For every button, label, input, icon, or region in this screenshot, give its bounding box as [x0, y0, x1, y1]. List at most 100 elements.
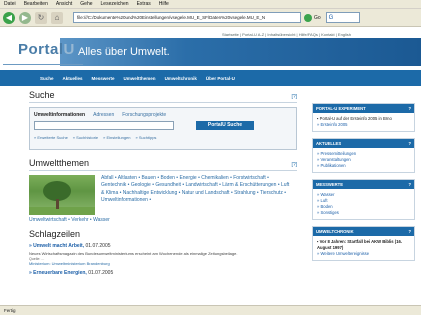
themes-list-tail[interactable]: Umweltwirtschaft • Verkehr • Wasser: [29, 217, 297, 223]
forward-icon[interactable]: ▶: [19, 11, 31, 24]
sidebar-item[interactable]: » Publikationen: [317, 163, 410, 169]
search-tips-link[interactable]: » Suchtipps: [136, 135, 157, 140]
settings-link[interactable]: » Einstellungen: [103, 135, 130, 140]
advanced-search-link[interactable]: » Erweiterte Suche: [34, 135, 68, 140]
logo-suffix: U: [63, 41, 75, 58]
home-icon[interactable]: ⌂: [51, 11, 63, 24]
search-row: PortalU Suche: [34, 121, 292, 130]
news-item-title[interactable]: » Umwelt macht Arbeit, 01.07.2005: [29, 243, 297, 249]
search-section-header: Suche [?]: [29, 90, 297, 103]
nav-about[interactable]: Über Portal-U: [206, 76, 235, 81]
search-input[interactable]: [34, 121, 174, 130]
news-section: Schlagzeilen » Umwelt macht Arbeit, 01.0…: [29, 229, 297, 276]
news-item: » Umwelt macht Arbeit, 01.07.2005 Neues …: [29, 243, 297, 266]
search-button[interactable]: PortalU Suche: [196, 121, 254, 130]
tab-research[interactable]: Forschungsprojekte: [122, 112, 166, 118]
search-panel: Umweltinformationen Adressen Forschungsp…: [29, 107, 297, 150]
sidebar-box-body: ▪ Portal-U auf der Ersteinfo 2005 in Brn…: [313, 113, 414, 131]
sidebar-item[interactable]: ▪ Vor 8 Jahren: Startfall bei AKW Biblis…: [317, 239, 410, 251]
image-ground: [29, 207, 95, 215]
search-options: » Erweiterte Suche » Suchhistorie » Eins…: [34, 135, 292, 140]
nav-chronicle[interactable]: Umweltchronik: [165, 76, 197, 81]
sidebar-box-chronicle: UMWELTCHRONIK? ▪ Vor 8 Jahren: Startfall…: [312, 226, 415, 261]
themes-section: Umweltthemen [?] Abfall • Altlasten • Ba…: [29, 158, 297, 223]
sidebar-box-title: UMWELTCHRONIK: [316, 229, 354, 234]
menu-edit[interactable]: Bearbeiten: [24, 1, 48, 7]
sidebar-box-body: » Pressemitteilungen » Veranstaltungen »…: [313, 148, 414, 172]
image-tree-crown: [43, 181, 71, 201]
news-headline[interactable]: » Erneuerbare Energien: [29, 270, 85, 276]
sidebar-box-header: UMWELTCHRONIK?: [313, 227, 414, 236]
nav-topics[interactable]: Umweltthemen: [124, 76, 156, 81]
sidebar-box-header: MESSWERTE?: [313, 180, 414, 189]
nav-search[interactable]: Suche: [40, 76, 54, 81]
sidebar-box-measurements: MESSWERTE? » Wasser » Luft » Boden » Son…: [312, 179, 415, 220]
go-label: Go: [314, 14, 321, 21]
main-content: Suche [?] Umweltinformationen Adressen F…: [29, 90, 297, 276]
landscape-image: [29, 175, 95, 215]
back-icon[interactable]: ◀: [3, 11, 15, 24]
search-help-link[interactable]: [?]: [291, 94, 297, 100]
search-title: Suche: [29, 90, 55, 100]
help-icon[interactable]: ?: [408, 139, 411, 148]
sidebar-box-body: » Wasser » Luft » Boden » Sonstiges: [313, 189, 414, 219]
menu-bookmarks[interactable]: Lesezeichen: [101, 1, 129, 7]
tab-addresses[interactable]: Adressen: [93, 112, 114, 118]
sidebar-box-news: AKTUELLES? » Pressemitteilungen » Verans…: [312, 138, 415, 173]
browser-search-box[interactable]: G: [325, 12, 360, 23]
news-headline[interactable]: » Umwelt macht Arbeit: [29, 243, 83, 249]
sidebar-box-title: AKTUELLES: [316, 141, 342, 146]
menu-tools[interactable]: Extras: [137, 1, 151, 7]
banner-slogan: Alles über Umwelt.: [78, 46, 170, 58]
status-bar: Fertig: [0, 305, 421, 315]
news-item: » Erneuerbare Energien, 01.07.2005: [29, 270, 297, 276]
browser-menubar: Datei Bearbeiten Ansicht Gehe Lesezeiche…: [0, 0, 421, 9]
menu-file[interactable]: Datei: [4, 1, 16, 7]
logo-main: Portal: [18, 41, 64, 58]
nav-news[interactable]: Aktuelles: [63, 76, 83, 81]
address-bar[interactable]: file:///C:/Dokumente%20und%20Einstellung…: [73, 12, 301, 23]
news-title: Schlagzeilen: [29, 229, 81, 239]
sidebar-item[interactable]: » Ersteinfo 2005: [317, 122, 410, 128]
portalu-logo[interactable]: PortalU: [18, 41, 75, 58]
themes-title: Umweltthemen: [29, 158, 90, 168]
themes-section-header: Umweltthemen [?]: [29, 158, 297, 171]
tab-environment-info[interactable]: Umweltinformationen: [34, 112, 85, 118]
sidebar-item[interactable]: » Weitere Umweltereignisse: [317, 251, 410, 257]
news-date: 01.07.2005: [85, 243, 111, 249]
sidebar-box-body: ▪ Vor 8 Jahren: Startfall bei AKW Biblis…: [313, 236, 414, 260]
sidebar-box-title: MESSWERTE: [316, 182, 343, 187]
sidebar-box-header: PORTAL-U EXPERIMENT?: [313, 104, 414, 113]
themes-list[interactable]: Abfall • Altlasten • Bauen • Boden • Ene…: [101, 175, 293, 215]
main-navigation: Suche Aktuelles Messwerte Umweltthemen U…: [0, 70, 421, 86]
browser-toolbar: ◀ ▶ ↻ ⌂ file:///C:/Dokumente%20und%20Ein…: [0, 9, 421, 27]
search-history-link[interactable]: » Suchhistorie: [73, 135, 98, 140]
menu-view[interactable]: Ansicht: [56, 1, 72, 7]
sidebar-box-experiment: PORTAL-U EXPERIMENT? ▪ Portal-U auf der …: [312, 103, 415, 132]
header-banner: Alles über Umwelt.: [60, 38, 421, 66]
search-engine-icon: G: [328, 14, 334, 21]
sidebar-box-header: AKTUELLES?: [313, 139, 414, 148]
go-icon: [304, 13, 312, 22]
news-date: 01.07.2005: [88, 269, 114, 276]
themes-body: Abfall • Altlasten • Bauen • Boden • Ene…: [29, 175, 297, 215]
sidebar-box-title: PORTAL-U EXPERIMENT: [316, 106, 366, 111]
top-links[interactable]: Startseite | Portal-U A-Z | Inhaltsübers…: [222, 32, 351, 37]
search-tabs: Umweltinformationen Adressen Forschungsp…: [34, 112, 292, 118]
go-button[interactable]: Go: [304, 13, 321, 22]
news-source[interactable]: Ministerium: Umweltministerium Brandenbu…: [29, 261, 297, 266]
news-item-title[interactable]: » Erneuerbare Energien, 01.07.2005: [29, 270, 297, 276]
nav-measurements[interactable]: Messwerte: [92, 76, 115, 81]
right-sidebar: PORTAL-U EXPERIMENT? ▪ Portal-U auf der …: [312, 103, 415, 267]
help-icon[interactable]: ?: [408, 180, 411, 189]
reload-icon[interactable]: ↻: [35, 11, 47, 24]
logo-underline: [3, 64, 83, 65]
menu-help[interactable]: Hilfe: [159, 1, 169, 7]
menu-go[interactable]: Gehe: [80, 1, 92, 7]
themes-help-link[interactable]: [?]: [291, 162, 297, 168]
help-icon[interactable]: ?: [408, 227, 411, 236]
web-page: Startseite | Portal-U A-Z | Inhaltsübers…: [0, 28, 421, 305]
help-icon[interactable]: ?: [408, 104, 411, 113]
sidebar-item[interactable]: » Sonstiges: [317, 210, 410, 216]
image-tree-trunk: [56, 199, 59, 209]
